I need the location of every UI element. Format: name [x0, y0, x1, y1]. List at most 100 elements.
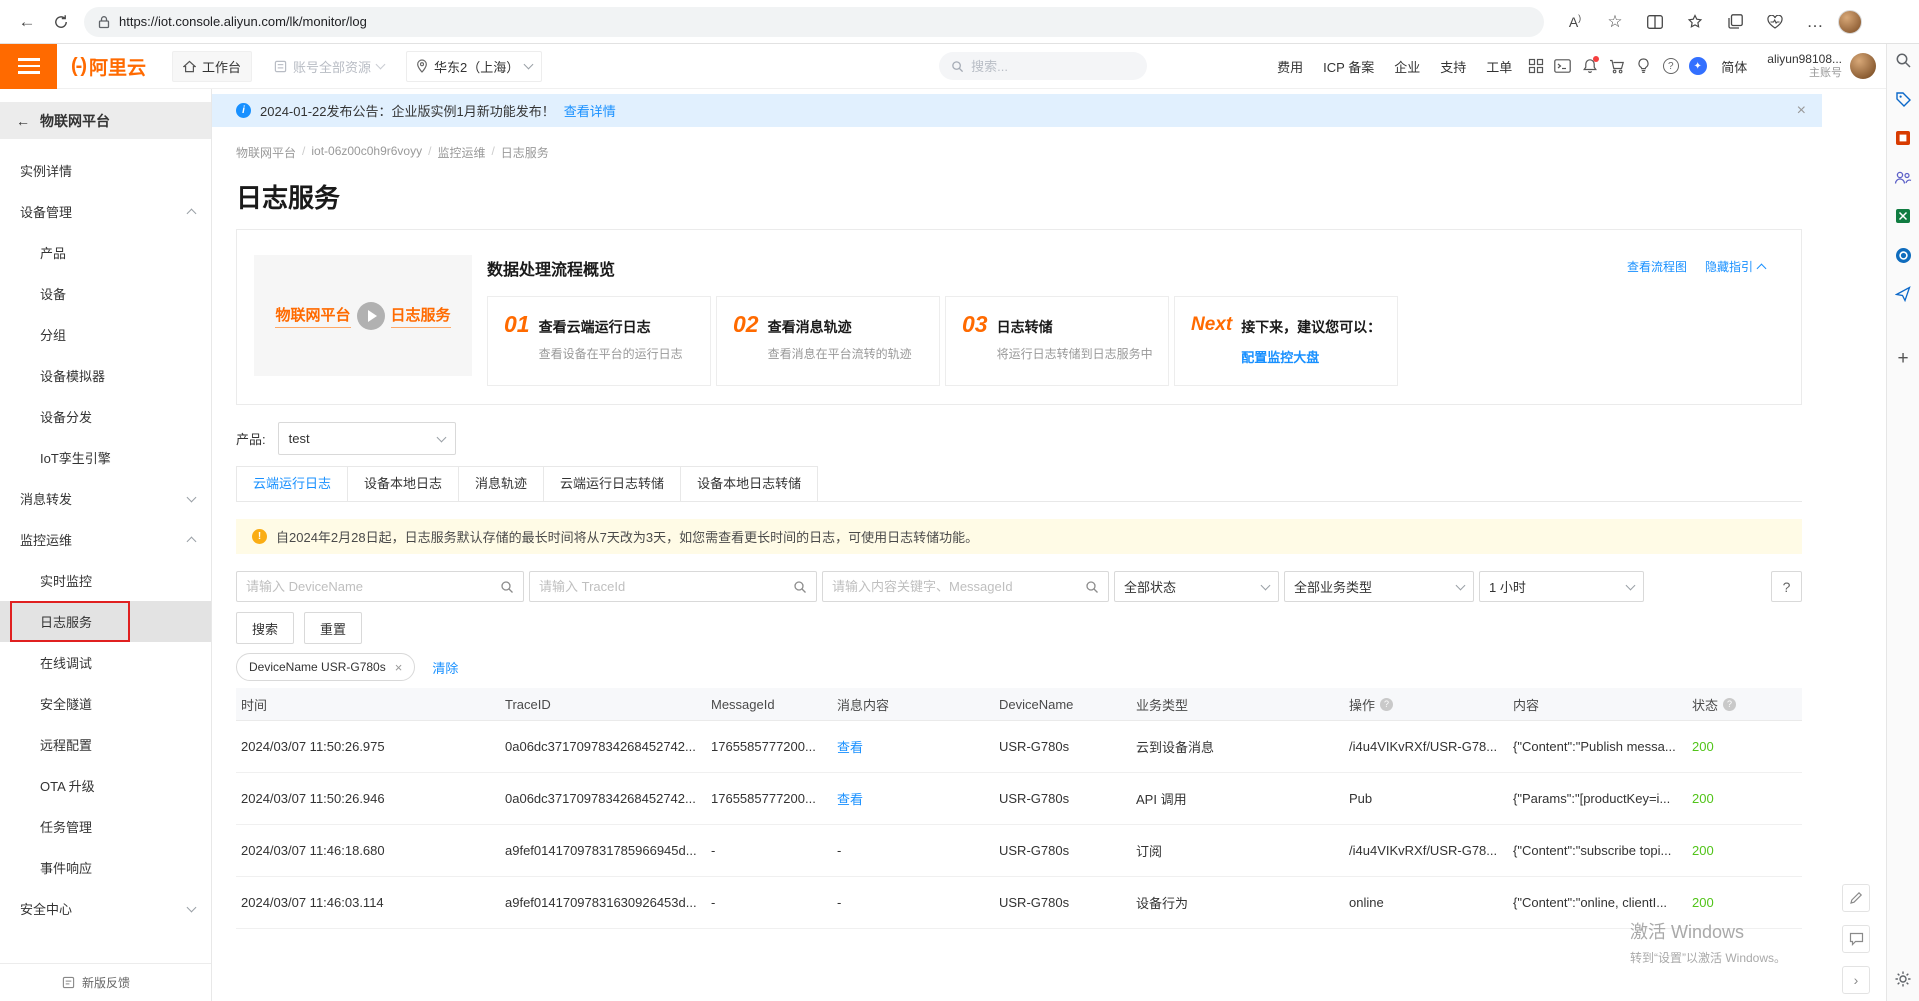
- search-button[interactable]: 搜索: [236, 612, 294, 644]
- hide-guide-link[interactable]: 隐藏指引: [1705, 258, 1765, 275]
- add-sidebar-item-icon[interactable]: +: [1893, 349, 1913, 369]
- view-message-link[interactable]: 查看: [832, 737, 994, 756]
- browser-essentials-icon[interactable]: [1758, 6, 1792, 38]
- sidebar-item-products[interactable]: 产品: [0, 232, 211, 273]
- sidebar-item-device-distribution[interactable]: 设备分发: [0, 396, 211, 437]
- sidebar-item-groups[interactable]: 分组: [0, 314, 211, 355]
- product-select[interactable]: test: [278, 422, 456, 455]
- sidebar-item-log-service[interactable]: 日志服务: [0, 601, 211, 642]
- nav-link-support[interactable]: 支持: [1440, 57, 1466, 76]
- cloudshell-icon[interactable]: [1549, 53, 1576, 80]
- device-name-input[interactable]: [246, 579, 494, 594]
- view-flowchart-link[interactable]: 查看流程图: [1627, 258, 1687, 275]
- apps-icon[interactable]: [1522, 53, 1549, 80]
- sidebar-item-devices[interactable]: 设备: [0, 273, 211, 314]
- back-icon[interactable]: ←: [10, 6, 44, 38]
- people-icon[interactable]: [1893, 167, 1913, 187]
- refresh-icon[interactable]: [44, 6, 78, 38]
- notification-bell-icon[interactable]: [1576, 53, 1603, 80]
- hamburger-menu-icon[interactable]: [0, 44, 57, 89]
- sidebar-item-event-response[interactable]: 事件响应: [0, 847, 211, 888]
- reset-button[interactable]: 重置: [304, 612, 362, 644]
- edit-pencil-icon[interactable]: [1842, 884, 1870, 912]
- sidebar-item-device-simulator[interactable]: 设备模拟器: [0, 355, 211, 396]
- sidebar-item-online-debug[interactable]: 在线调试: [0, 642, 211, 683]
- region-selector[interactable]: 华东2（上海）: [406, 51, 542, 82]
- sidebar-item-remote-config[interactable]: 远程配置: [0, 724, 211, 765]
- feedback-chat-icon[interactable]: [1842, 925, 1870, 953]
- url-bar[interactable]: https://iot.console.aliyun.com/lk/monito…: [84, 7, 1544, 37]
- nav-link-icp[interactable]: ICP 备案: [1323, 57, 1374, 76]
- info-icon[interactable]: ?: [1723, 698, 1736, 711]
- outlook-icon[interactable]: [1893, 245, 1913, 265]
- sidebar-group-security-center[interactable]: 安全中心: [0, 888, 211, 929]
- search-icon[interactable]: [793, 580, 807, 594]
- close-icon[interactable]: ×: [1797, 102, 1806, 120]
- expand-arrow-icon[interactable]: ›: [1842, 966, 1870, 994]
- nav-link-ticket[interactable]: 工单: [1486, 57, 1512, 76]
- favorite-star-icon[interactable]: ☆: [1598, 6, 1632, 38]
- sidebar-item-task-management[interactable]: 任务管理: [0, 806, 211, 847]
- excel-icon[interactable]: [1893, 206, 1913, 226]
- search-icon[interactable]: [1085, 580, 1099, 594]
- nav-link-billing[interactable]: 费用: [1277, 57, 1303, 76]
- sidebar-item-iot-twin[interactable]: IoT孪生引擎: [0, 437, 211, 478]
- sidebar-item-realtime-monitor[interactable]: 实时监控: [0, 560, 211, 601]
- tab-cloud-run-log[interactable]: 云端运行日志: [236, 466, 348, 501]
- read-aloud-icon[interactable]: A): [1558, 6, 1592, 38]
- account-avatar[interactable]: [1850, 53, 1876, 79]
- sidebar-group-monitoring-ops[interactable]: 监控运维: [0, 519, 211, 560]
- shopping-tag-icon[interactable]: [1893, 89, 1913, 109]
- aliyun-logo[interactable]: (-) 阿里云: [71, 53, 146, 80]
- breadcrumb-item[interactable]: 物联网平台: [236, 144, 296, 161]
- tab-message-trace[interactable]: 消息轨迹: [458, 466, 544, 501]
- breadcrumb-item[interactable]: iot-06z00c0h9r6voyy: [311, 144, 422, 161]
- nav-link-enterprise[interactable]: 企业: [1394, 57, 1420, 76]
- topbar-search-input[interactable]: [971, 59, 1111, 74]
- help-icon[interactable]: ?: [1657, 53, 1684, 80]
- sidebar-group-message-forwarding[interactable]: 消息转发: [0, 478, 211, 519]
- m365-apps-icon[interactable]: [1893, 128, 1913, 148]
- browser-profile-avatar[interactable]: [1838, 10, 1862, 34]
- help-button[interactable]: ?: [1771, 571, 1802, 602]
- sidebar-group-device-management[interactable]: 设备管理: [0, 191, 211, 232]
- browser-menu-icon[interactable]: …: [1798, 6, 1832, 38]
- status-select[interactable]: 全部状态: [1114, 571, 1279, 602]
- sidebar-item-ota-upgrade[interactable]: OTA 升级: [0, 765, 211, 806]
- tab-cloud-log-dump[interactable]: 云端运行日志转储: [543, 466, 681, 501]
- globe-icon[interactable]: ✦: [1684, 53, 1711, 80]
- sidebar-search-icon[interactable]: [1893, 50, 1913, 70]
- configure-dashboard-link[interactable]: 配置监控大盘: [1241, 347, 1381, 366]
- resource-scope-dropdown[interactable]: 账号全部资源: [274, 57, 384, 76]
- split-screen-icon[interactable]: [1638, 6, 1672, 38]
- clear-filters-link[interactable]: 清除: [432, 658, 458, 677]
- view-message-link[interactable]: 查看: [832, 789, 994, 808]
- time-range-select[interactable]: 1 小时: [1479, 571, 1644, 602]
- remove-tag-icon[interactable]: ×: [395, 660, 403, 675]
- biz-type-select[interactable]: 全部业务类型: [1284, 571, 1474, 602]
- breadcrumb-item[interactable]: 监控运维: [437, 144, 485, 161]
- favorites-bar-icon[interactable]: [1678, 6, 1712, 38]
- send-plane-icon[interactable]: [1893, 284, 1913, 304]
- play-icon[interactable]: [357, 302, 385, 330]
- feedback-button[interactable]: 新版反馈: [0, 963, 211, 1001]
- cart-icon[interactable]: [1603, 53, 1630, 80]
- search-icon[interactable]: [500, 580, 514, 594]
- sidebar-item-secure-tunnel[interactable]: 安全隧道: [0, 683, 211, 724]
- tab-device-local-log-dump[interactable]: 设备本地日志转储: [680, 466, 818, 501]
- keyword-input[interactable]: [832, 579, 1079, 594]
- language-switcher[interactable]: 简体: [1721, 57, 1747, 76]
- lightbulb-icon[interactable]: [1630, 53, 1657, 80]
- tab-device-local-log[interactable]: 设备本地日志: [347, 466, 459, 501]
- account-info[interactable]: aliyun98108... 主账号: [1767, 52, 1842, 81]
- topbar-search[interactable]: [939, 52, 1147, 80]
- intro-video-thumbnail[interactable]: 物联网平台 日志服务: [254, 255, 472, 376]
- sidebar-back-header[interactable]: ← 物联网平台: [0, 102, 211, 139]
- trace-id-input[interactable]: [539, 579, 787, 594]
- workbench-button[interactable]: 工作台: [172, 51, 252, 82]
- info-icon[interactable]: ?: [1380, 698, 1393, 711]
- settings-gear-icon[interactable]: [1893, 969, 1913, 989]
- announcement-detail-link[interactable]: 查看详情: [564, 101, 616, 120]
- collections-icon[interactable]: [1718, 6, 1752, 38]
- sidebar-item-instance-detail[interactable]: 实例详情: [0, 150, 211, 191]
